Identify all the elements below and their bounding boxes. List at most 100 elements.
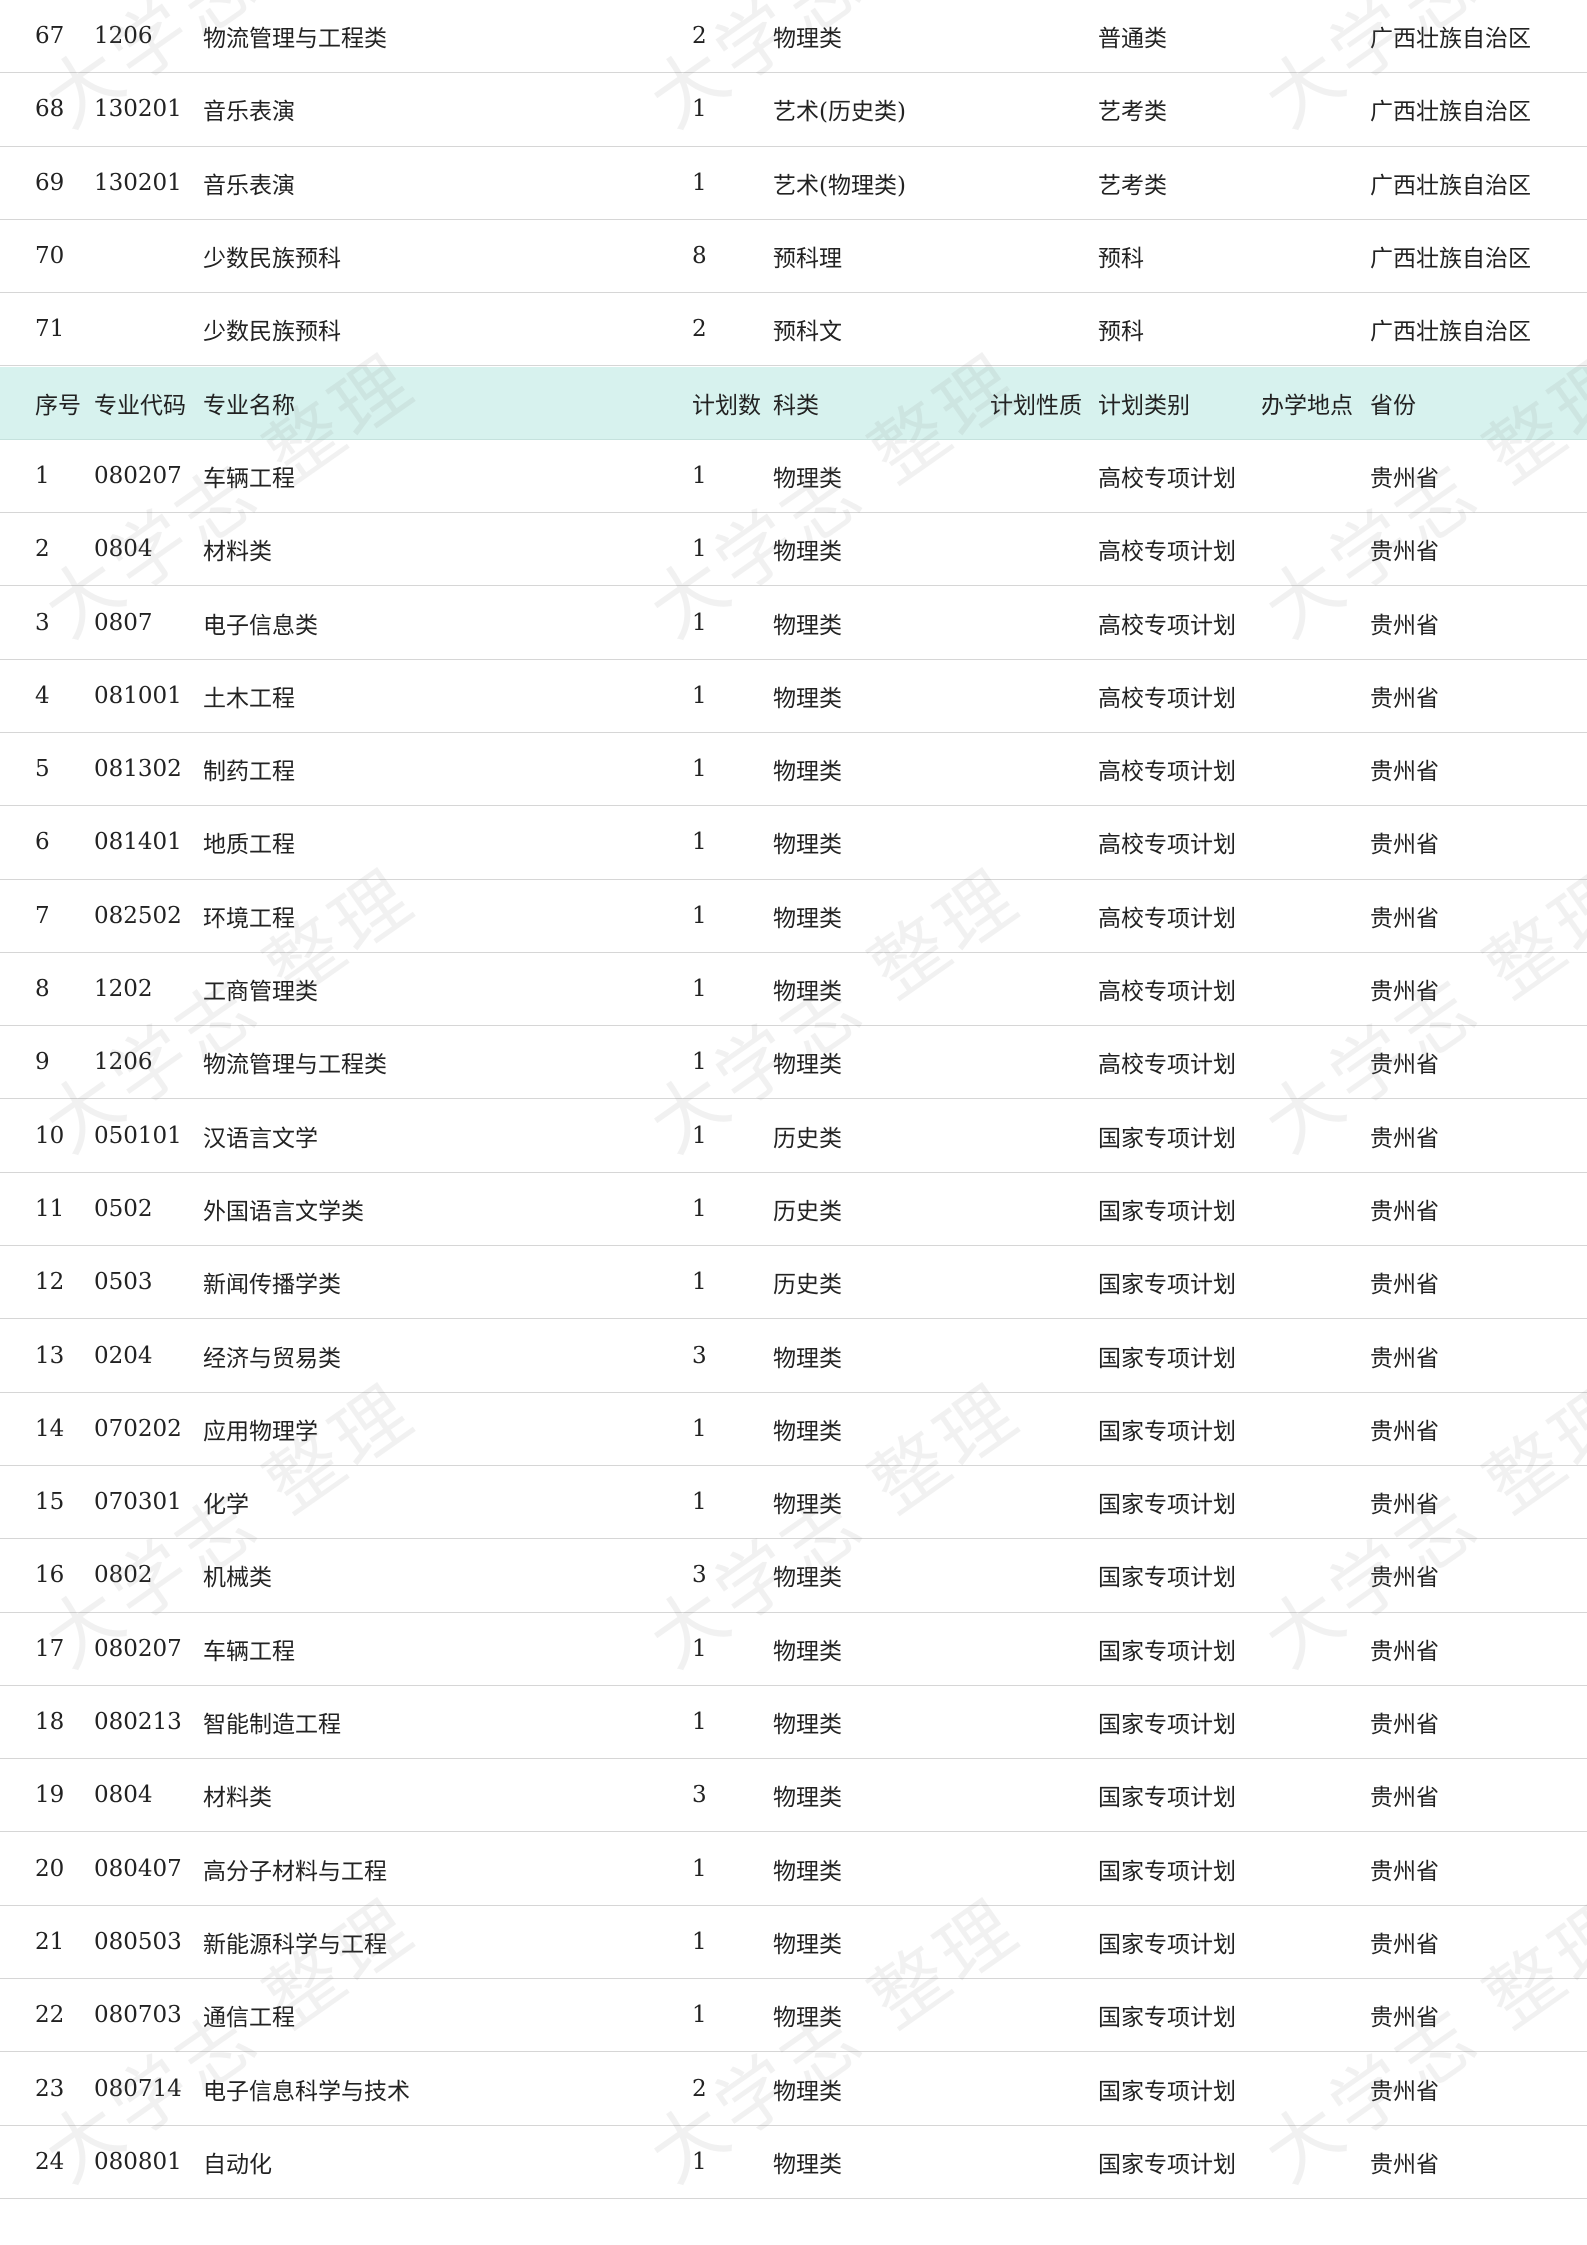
seq-cell: 20 (35, 1855, 65, 1882)
province-cell: 贵州省 (1370, 905, 1439, 932)
table-row: 6 081401 地质工程 1 物理类 高校专项计划 贵州省 (0, 806, 1587, 880)
major-name-cell: 高分子材料与工程 (203, 1858, 387, 1885)
seq-cell: 14 (35, 1415, 65, 1442)
province-cell: 贵州省 (1370, 1858, 1439, 1885)
plan-type-cell: 国家专项计划 (1098, 1712, 1236, 1739)
subject-category-cell: 物理类 (773, 2005, 842, 2032)
plan-type-cell: 国家专项计划 (1098, 1565, 1236, 1592)
table-row: 5 081302 制药工程 1 物理类 高校专项计划 贵州省 (0, 733, 1587, 807)
seq-cell: 10 (35, 1122, 65, 1149)
major-name-cell: 经济与贸易类 (203, 1345, 341, 1372)
seq-cell: 67 (35, 23, 65, 50)
major-name-cell: 工商管理类 (203, 979, 318, 1006)
subject-category-cell: 物理类 (773, 1492, 842, 1519)
province-cell: 贵州省 (1370, 1565, 1439, 1592)
province-cell: 贵州省 (1370, 1272, 1439, 1299)
seq-cell: 2 (35, 536, 50, 563)
subject-category-cell: 预科理 (773, 246, 842, 273)
major-name-cell: 物流管理与工程类 (203, 1052, 387, 1079)
province-cell: 贵州省 (1370, 1638, 1439, 1665)
header-plan-type-cell: 计划类别 (1098, 392, 1190, 419)
header-campus-location-cell: 办学地点 (1261, 392, 1353, 419)
major-name-cell: 新闻传播学类 (203, 1272, 341, 1299)
major-code-cell: 1202 (94, 976, 153, 1003)
subject-category-cell: 物理类 (773, 979, 842, 1006)
seq-cell: 23 (35, 2075, 65, 2102)
plan-count-cell: 8 (692, 243, 707, 270)
major-name-cell: 少数民族预科 (203, 319, 341, 346)
plan-count-cell: 1 (692, 756, 707, 783)
plan-type-cell: 国家专项计划 (1098, 1492, 1236, 1519)
major-name-cell: 电子信息科学与技术 (203, 2078, 410, 2105)
province-cell: 广西壮族自治区 (1370, 26, 1531, 53)
plan-count-cell: 2 (692, 23, 707, 50)
major-name-cell: 音乐表演 (203, 172, 295, 199)
major-name-cell: 外国语言文学类 (203, 1198, 364, 1225)
plan-count-cell: 1 (692, 682, 707, 709)
major-code-cell: 0802 (94, 1562, 153, 1589)
table-row: 12 0503 新闻传播学类 1 历史类 国家专项计划 贵州省 (0, 1246, 1587, 1320)
province-cell: 贵州省 (1370, 832, 1439, 859)
seq-cell: 15 (35, 1489, 65, 1516)
header-major-code-cell: 专业代码 (94, 392, 186, 419)
seq-cell: 21 (35, 1928, 65, 1955)
table-row: 21 080503 新能源科学与工程 1 物理类 国家专项计划 贵州省 (0, 1906, 1587, 1980)
seq-cell: 22 (35, 2002, 65, 2029)
province-cell: 广西壮族自治区 (1370, 319, 1531, 346)
major-code-cell: 1206 (94, 1049, 153, 1076)
plan-count-cell: 1 (692, 462, 707, 489)
plan-type-cell: 国家专项计划 (1098, 1125, 1236, 1152)
seq-cell: 24 (35, 2148, 65, 2175)
plan-type-cell: 国家专项计划 (1098, 1785, 1236, 1812)
subject-category-cell: 历史类 (773, 1125, 842, 1152)
table-row: 7 082502 环境工程 1 物理类 高校专项计划 贵州省 (0, 880, 1587, 953)
plan-count-cell: 1 (692, 1195, 707, 1222)
header-seq-cell: 序号 (35, 392, 81, 419)
major-code-cell: 130201 (94, 96, 182, 123)
seq-cell: 7 (35, 902, 50, 929)
major-code-cell: 080801 (94, 2148, 182, 2175)
subject-category-cell: 物理类 (773, 539, 842, 566)
subject-category-cell: 物理类 (773, 1565, 842, 1592)
province-cell: 贵州省 (1370, 979, 1439, 1006)
plan-type-cell: 国家专项计划 (1098, 2005, 1236, 2032)
seq-cell: 16 (35, 1562, 65, 1589)
major-name-cell: 自动化 (203, 2151, 272, 2178)
major-name-cell: 材料类 (203, 1785, 272, 1812)
table-row: 1 080207 车辆工程 1 物理类 高校专项计划 贵州省 (0, 440, 1587, 514)
plan-count-cell: 1 (692, 976, 707, 1003)
province-cell: 贵州省 (1370, 1712, 1439, 1739)
province-cell: 贵州省 (1370, 465, 1439, 492)
province-cell: 贵州省 (1370, 539, 1439, 566)
plan-type-cell: 高校专项计划 (1098, 612, 1236, 639)
seq-cell: 19 (35, 1782, 65, 1809)
seq-cell: 69 (35, 169, 65, 196)
table-row: 67 1206 物流管理与工程类 2 物理类 普通类 广西壮族自治区 (0, 0, 1587, 74)
plan-type-cell: 国家专项计划 (1098, 1418, 1236, 1445)
plan-count-cell: 1 (692, 1928, 707, 1955)
seq-cell: 71 (35, 316, 65, 343)
major-name-cell: 机械类 (203, 1565, 272, 1592)
seq-cell: 6 (35, 829, 50, 856)
major-name-cell: 环境工程 (203, 905, 295, 932)
province-cell: 贵州省 (1370, 685, 1439, 712)
plan-count-cell: 1 (692, 1635, 707, 1662)
subject-category-cell: 物理类 (773, 1858, 842, 1885)
plan-type-cell: 高校专项计划 (1098, 685, 1236, 712)
subject-category-cell: 物理类 (773, 2151, 842, 2178)
subject-category-cell: 物理类 (773, 465, 842, 492)
seq-cell: 5 (35, 756, 50, 783)
plan-count-cell: 3 (692, 1562, 707, 1589)
major-code-cell: 080207 (94, 462, 182, 489)
subject-category-cell: 艺术(历史类) (773, 99, 906, 126)
major-name-cell: 应用物理学 (203, 1418, 318, 1445)
province-cell: 广西壮族自治区 (1370, 172, 1531, 199)
seq-cell: 70 (35, 243, 65, 270)
subject-category-cell: 物理类 (773, 612, 842, 639)
plan-type-cell: 国家专项计划 (1098, 1198, 1236, 1225)
table-row: 8 1202 工商管理类 1 物理类 高校专项计划 贵州省 (0, 953, 1587, 1027)
major-code-cell: 0204 (94, 1342, 153, 1369)
province-cell: 贵州省 (1370, 1345, 1439, 1372)
plan-count-cell: 1 (692, 536, 707, 563)
seq-cell: 3 (35, 609, 50, 636)
